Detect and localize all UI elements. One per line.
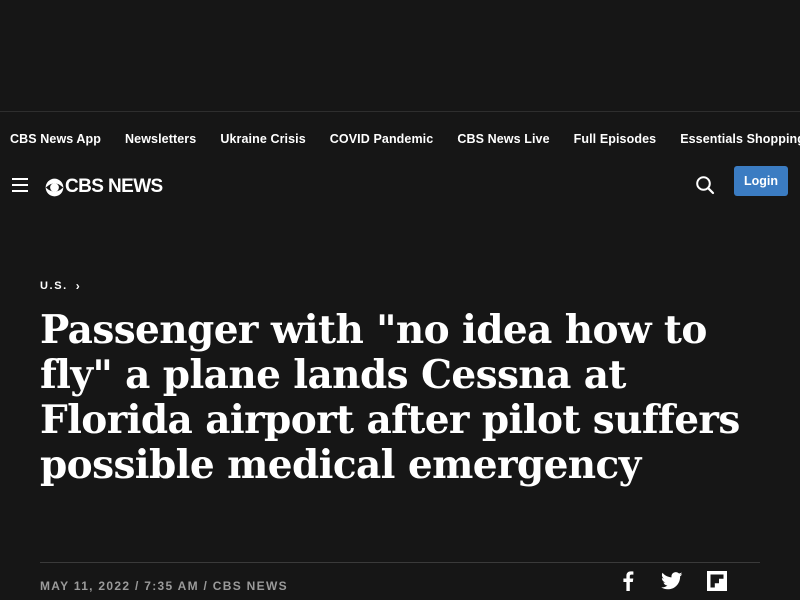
topnav-link-newsletters[interactable]: Newsletters [125,132,196,146]
search-icon[interactable] [695,175,715,195]
hamburger-menu-icon[interactable] [12,178,28,192]
main-header: CBS NEWS Login [0,166,800,210]
topnav-link-essentials-shopping[interactable]: Essentials Shopping [680,132,800,146]
cbs-news-logo[interactable]: CBS NEWS [45,176,163,198]
breadcrumb-section[interactable]: U.S. [40,280,68,292]
flipboard-icon[interactable] [706,570,728,592]
ad-slot [0,0,800,112]
login-button[interactable]: Login [734,166,788,196]
twitter-icon[interactable] [661,570,683,592]
article-headline: Passenger with "no idea how to fly" a pl… [40,307,740,488]
breadcrumb[interactable]: U.S. › [40,279,80,293]
logo-text: CBS NEWS [65,176,163,197]
topnav-link-covid-pandemic[interactable]: COVID Pandemic [330,132,434,146]
chevron-right-icon: › [75,279,80,293]
article-byline: MAY 11, 2022 / 7:35 AM / CBS NEWS [40,579,288,593]
facebook-icon[interactable] [617,570,639,592]
divider [40,562,760,563]
topnav-link-cbs-news-app[interactable]: CBS News App [10,132,101,146]
cbs-eye-icon [45,178,64,196]
topnav-link-full-episodes[interactable]: Full Episodes [574,132,657,146]
topnav-link-ukraine-crisis[interactable]: Ukraine Crisis [220,132,305,146]
topnav-link-cbs-news-live[interactable]: CBS News Live [457,132,549,146]
top-navigation: CBS News App Newsletters Ukraine Crisis … [0,112,800,166]
